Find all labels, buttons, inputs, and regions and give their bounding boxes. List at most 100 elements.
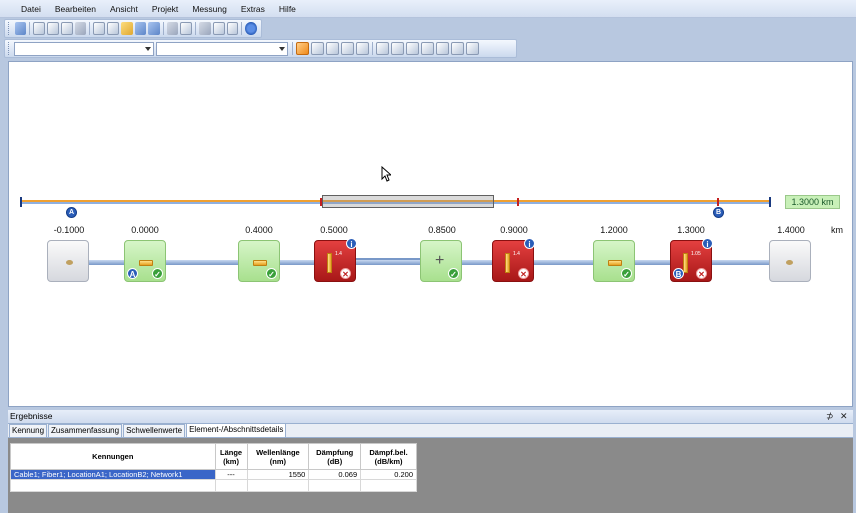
- tab-element-details[interactable]: Element-/Abschnittsdetails: [186, 423, 287, 437]
- info-icon[interactable]: i: [524, 238, 535, 249]
- empty-cell: [360, 479, 417, 492]
- marker-a-icon[interactable]: A: [66, 207, 77, 218]
- empty-cell: [10, 479, 216, 492]
- cell-kennungen[interactable]: Cable1; Fiber1; LocationA1; LocationB2; …: [10, 469, 216, 480]
- marker-a-icon[interactable]: [311, 42, 324, 55]
- toolbar-separator: [292, 42, 293, 55]
- column-header-daempf-bel[interactable]: Dämpf.bel. (dB/km): [360, 443, 417, 470]
- save-all-icon[interactable]: [148, 22, 160, 35]
- cell-laenge[interactable]: ---: [214, 469, 248, 480]
- help-icon[interactable]: [245, 22, 257, 35]
- fiber-start-tick: [20, 197, 22, 207]
- menu-datei[interactable]: Datei: [14, 4, 48, 14]
- empty-cell: [308, 479, 362, 492]
- event-fiber-end[interactable]: [769, 240, 811, 282]
- menu-messung[interactable]: Messung: [185, 4, 234, 14]
- menu-extras[interactable]: Extras: [234, 4, 272, 14]
- tab-zusammenfassung[interactable]: Zusammenfassung: [48, 424, 123, 437]
- fiber-end-tick: [769, 197, 771, 207]
- fiber-overview-bar[interactable]: [20, 195, 771, 208]
- open-icon[interactable]: [107, 22, 120, 35]
- pass-check-icon: ✓: [448, 268, 459, 279]
- close-icon[interactable]: ✕: [840, 410, 848, 423]
- new-icon[interactable]: [33, 22, 46, 35]
- view-select[interactable]: [156, 41, 288, 56]
- info-icon[interactable]: i: [346, 238, 357, 249]
- event-connector-fail[interactable]: 1.4 i ✕: [492, 238, 535, 282]
- marker-b-icon[interactable]: B: [713, 207, 724, 218]
- toolbar-grip[interactable]: [8, 22, 11, 35]
- toolbar-grip[interactable]: [8, 42, 11, 55]
- open-folder-icon[interactable]: [121, 22, 133, 35]
- analysis-icon[interactable]: [466, 42, 479, 55]
- toolbar-separator: [195, 22, 197, 35]
- tab-schwellenwerte[interactable]: Schwellenwerte: [123, 424, 186, 437]
- filter-icon[interactable]: [74, 22, 87, 35]
- ba-icon[interactable]: [406, 42, 419, 55]
- paste-icon[interactable]: [226, 22, 239, 35]
- cut-icon[interactable]: [199, 22, 211, 35]
- preview-icon[interactable]: [180, 22, 193, 35]
- event-splice[interactable]: + ✓: [420, 240, 462, 282]
- paste-doc-icon[interactable]: [60, 22, 73, 35]
- splice-icon[interactable]: [436, 42, 449, 55]
- settings-icon[interactable]: [451, 42, 464, 55]
- column-header-kennungen[interactable]: Kennungen: [10, 443, 216, 470]
- wizard-icon[interactable]: [14, 22, 27, 35]
- measurement-toolbar: [4, 39, 517, 58]
- event-connector[interactable]: ✓: [593, 240, 635, 282]
- zoom-fit-icon[interactable]: [341, 42, 354, 55]
- empty-cell: [214, 479, 248, 492]
- event-icon[interactable]: [376, 42, 389, 55]
- column-header-wellenlaenge[interactable]: Wellenlänge (nm): [246, 443, 310, 470]
- distance-label: 1.2000: [600, 225, 628, 235]
- copy-icon[interactable]: [212, 22, 225, 35]
- save-icon[interactable]: [134, 22, 147, 35]
- cell-wellenlaenge[interactable]: 1550: [246, 469, 310, 480]
- copy-doc-icon[interactable]: [47, 22, 59, 35]
- trace-icon[interactable]: [421, 42, 434, 55]
- event-start-connector[interactable]: A ✓: [124, 240, 166, 282]
- info-icon[interactable]: i: [702, 238, 713, 249]
- distance-label: -0.1000: [53, 225, 85, 235]
- table-row[interactable]: Cable1; Fiber1; LocationA1; LocationB2; …: [10, 469, 417, 480]
- distance-label: 1.4000: [777, 225, 805, 235]
- menu-ansicht[interactable]: Ansicht: [103, 4, 145, 14]
- chevron-down-icon: [145, 46, 151, 51]
- results-panel-title: Ergebnisse: [8, 410, 853, 424]
- total-length-label: 1.3000 km: [785, 195, 840, 209]
- distance-label: 0.4000: [245, 225, 273, 235]
- standard-toolbar: [4, 19, 262, 38]
- connector-icon: [608, 260, 622, 266]
- cell-daempfung[interactable]: 0.069: [308, 469, 362, 480]
- table-row-empty: [10, 479, 417, 492]
- trace-select[interactable]: [14, 41, 154, 56]
- menu-bearbeiten[interactable]: Bearbeiten: [48, 4, 103, 14]
- new-file-icon[interactable]: [93, 22, 106, 35]
- zoom-icon[interactable]: [356, 42, 369, 55]
- link-map-canvas[interactable]: 1.3000 km A B -0.1000 0.0000 0.4000 0.50…: [8, 61, 853, 407]
- event-connector[interactable]: ✓: [238, 240, 280, 282]
- results-title-text: Ergebnisse: [10, 411, 53, 421]
- distance-label: 1.3000: [677, 225, 705, 235]
- column-header-daempfung[interactable]: Dämpfung (dB): [308, 443, 362, 470]
- tab-kennung[interactable]: Kennung: [9, 424, 48, 437]
- mouse-cursor-icon: [381, 166, 391, 182]
- event-connector-fail[interactable]: 1.4 i ✕: [314, 238, 357, 282]
- select-tool-icon[interactable]: [296, 42, 309, 55]
- event-loss-value: 1.4: [513, 251, 520, 257]
- event-end-connector-fail[interactable]: 1.05 i B ✕: [670, 238, 713, 282]
- cell-daempf-bel[interactable]: 0.200: [360, 469, 417, 480]
- menu-projekt[interactable]: Projekt: [145, 4, 185, 14]
- ab-icon[interactable]: [391, 42, 404, 55]
- pin-icon[interactable]: ⊅: [826, 410, 834, 423]
- print-icon[interactable]: [166, 22, 179, 35]
- selection-range[interactable]: [322, 195, 494, 208]
- marker-b-icon[interactable]: [326, 42, 339, 55]
- event-loss-value: 1.4: [335, 251, 342, 257]
- menu-hilfe[interactable]: Hilfe: [272, 4, 303, 14]
- event-launch[interactable]: [47, 240, 89, 282]
- pass-check-icon: ✓: [152, 268, 163, 279]
- marker-b-badge-icon: B: [673, 268, 684, 279]
- column-header-laenge[interactable]: Länge (km): [214, 443, 248, 470]
